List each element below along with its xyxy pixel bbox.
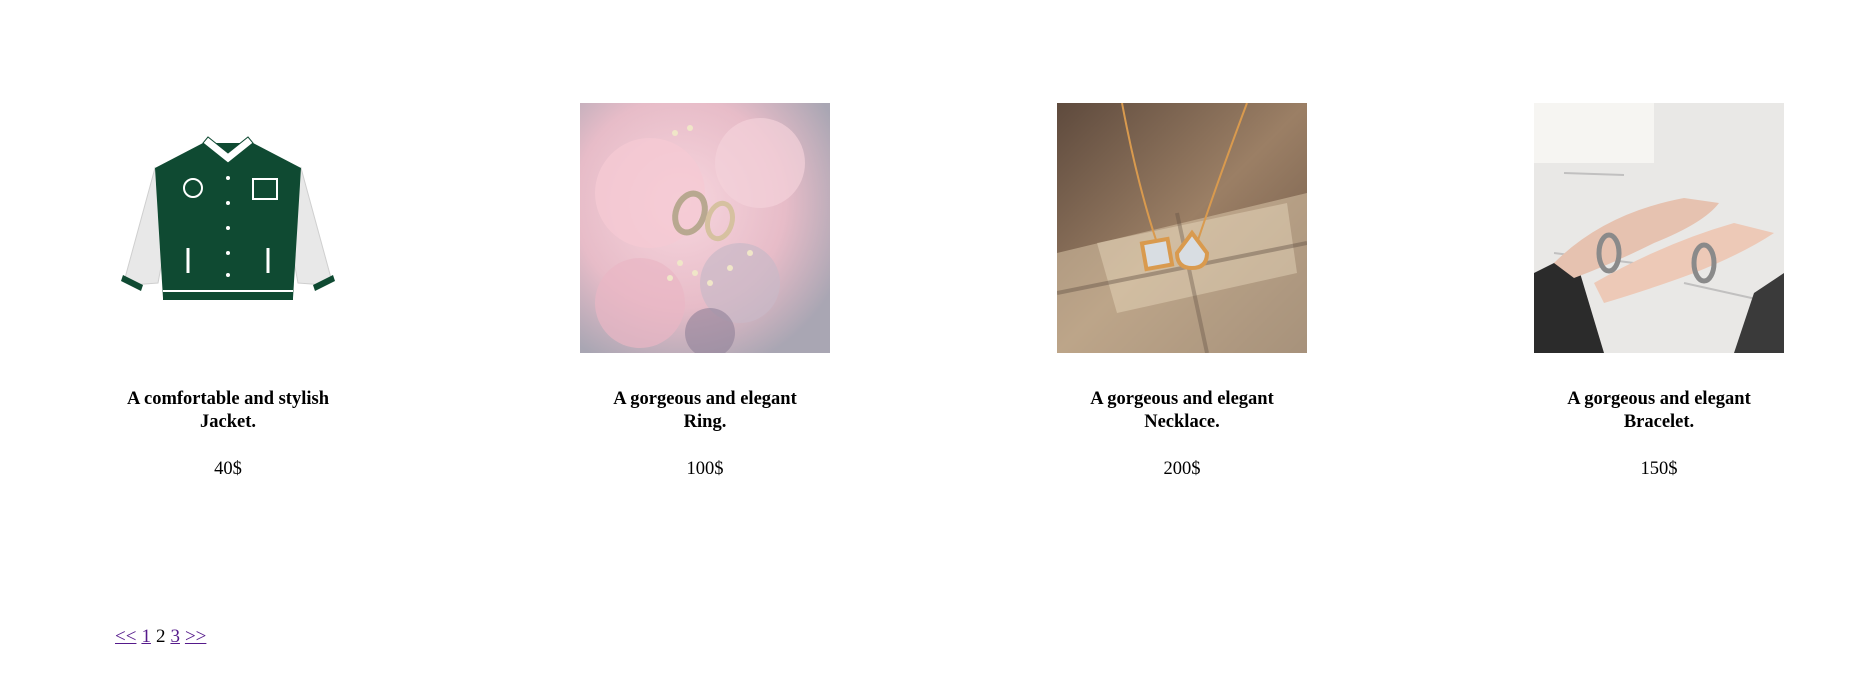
- pagination-prev-link[interactable]: <<: [115, 626, 136, 647]
- product-listing-page: A comfortable and stylish Jacket. 40$ A …: [0, 0, 1871, 674]
- product-title: A gorgeous and elegant Ring.: [613, 389, 797, 432]
- product-card[interactable]: A gorgeous and elegant Bracelet. 150$: [1534, 103, 1784, 480]
- product-price: 100$: [686, 459, 724, 479]
- product-title: A gorgeous and elegant Necklace.: [1090, 389, 1274, 432]
- pagination-page-1-link[interactable]: 1: [141, 626, 151, 647]
- product-grid: A comfortable and stylish Jacket. 40$ A …: [103, 103, 1803, 503]
- product-title: A gorgeous and elegant Bracelet.: [1567, 389, 1751, 432]
- bracelet-image[interactable]: [1534, 103, 1784, 353]
- pagination-page-3-link[interactable]: 3: [170, 626, 180, 647]
- pagination: << 1 2 3 >>: [115, 626, 206, 648]
- jacket-image[interactable]: [103, 103, 353, 353]
- product-price: 150$: [1640, 459, 1678, 479]
- pagination-next-link[interactable]: >>: [185, 626, 206, 647]
- product-price: 40$: [214, 459, 242, 479]
- product-title: A comfortable and stylish Jacket.: [127, 389, 329, 432]
- necklace-image[interactable]: [1057, 103, 1307, 353]
- pagination-current-page: 2: [155, 626, 166, 647]
- product-card[interactable]: A gorgeous and elegant Ring. 100$: [580, 103, 830, 480]
- product-price: 200$: [1163, 459, 1201, 479]
- ring-icon: [580, 103, 830, 353]
- necklace-icon: [1057, 103, 1307, 353]
- ring-image[interactable]: [580, 103, 830, 353]
- product-card[interactable]: A comfortable and stylish Jacket. 40$: [103, 103, 353, 480]
- bracelet-icon: [1534, 103, 1784, 353]
- product-card[interactable]: A gorgeous and elegant Necklace. 200$: [1057, 103, 1307, 480]
- jacket-icon: [103, 103, 353, 353]
